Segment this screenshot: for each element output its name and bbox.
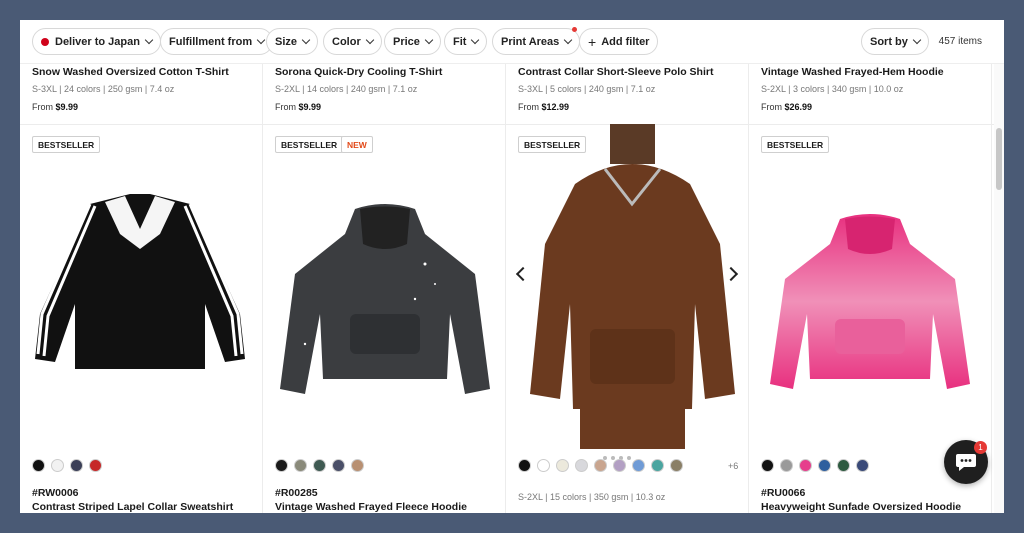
chevron-down-icon: [471, 35, 480, 45]
sort-by-label: Sort by: [870, 35, 908, 48]
swatch[interactable]: [32, 459, 45, 472]
swatch[interactable]: [780, 459, 793, 472]
product-title[interactable]: Contrast Collar Short-Sleeve Polo Shirt: [518, 66, 713, 78]
color-swatches: [32, 459, 102, 472]
product-title[interactable]: Snow Washed Oversized Cotton T-Shirt: [32, 66, 229, 78]
product-name[interactable]: Vintage Washed Frayed Fleece Hoodie: [275, 501, 467, 513]
product-specs: S-2XL | 3 colors | 340 gsm | 10.0 oz: [761, 84, 904, 94]
chevron-down-icon: [564, 35, 573, 45]
chevron-down-icon: [424, 35, 434, 45]
plus-icon: +: [588, 33, 597, 50]
bestseller-badge: BESTSELLER: [275, 136, 344, 153]
chevron-down-icon: [301, 35, 311, 45]
item-count: 457 items: [938, 36, 982, 47]
filter-bar: Deliver to Japan Fulfillment from Size C…: [20, 20, 1004, 64]
swatch[interactable]: [818, 459, 831, 472]
swatch[interactable]: [594, 459, 607, 472]
scrollbar-thumb[interactable]: [996, 128, 1002, 190]
product-name[interactable]: Heavyweight Sunfade Oversized Hoodie: [761, 501, 961, 513]
swatch[interactable]: [294, 459, 307, 472]
color-label: Color: [332, 35, 361, 48]
product-title[interactable]: Vintage Washed Frayed-Hem Hoodie: [761, 66, 944, 78]
bestseller-badge: BESTSELLER: [32, 136, 101, 153]
product-specs: S-3XL | 24 colors | 250 gsm | 7.4 oz: [32, 84, 175, 94]
swatch[interactable]: [51, 459, 64, 472]
product-price: From $12.99: [518, 102, 570, 112]
swatch[interactable]: [556, 459, 569, 472]
fulfillment-label: Fulfillment from: [169, 35, 253, 48]
swatch[interactable]: [275, 459, 288, 472]
swatch[interactable]: [837, 459, 850, 472]
deliver-to-label: Deliver to Japan: [55, 35, 140, 48]
product-title[interactable]: Sorona Quick-Dry Cooling T-Shirt: [275, 66, 442, 78]
swatch[interactable]: [799, 459, 812, 472]
swatch[interactable]: [313, 459, 326, 472]
size-filter[interactable]: Size: [266, 28, 319, 55]
swatch[interactable]: [351, 459, 364, 472]
chevron-down-icon: [144, 35, 154, 45]
chevron-down-icon: [256, 35, 266, 45]
japan-flag-icon: [41, 37, 49, 46]
swatch[interactable]: [632, 459, 645, 472]
product-price: From $26.99: [761, 102, 813, 112]
product-specs: S-2XL | 14 colors | 240 gsm | 7.1 oz: [275, 84, 418, 94]
color-filter[interactable]: Color: [323, 28, 382, 55]
swatch[interactable]: [518, 459, 531, 472]
product-price: From $9.99: [275, 102, 322, 112]
swatch[interactable]: [89, 459, 102, 472]
swatch[interactable]: [575, 459, 588, 472]
price-filter[interactable]: Price: [384, 28, 441, 55]
bestseller-badge: BESTSELLER: [761, 136, 830, 153]
fit-label: Fit: [453, 35, 467, 48]
product-sku: #RU0066: [761, 487, 806, 499]
fulfillment-filter[interactable]: Fulfillment from: [160, 28, 274, 55]
chevron-down-icon: [912, 35, 922, 45]
swatch[interactable]: [332, 459, 345, 472]
product-image[interactable]: [30, 194, 250, 384]
deliver-to-filter[interactable]: Deliver to Japan: [32, 28, 161, 55]
size-label: Size: [275, 35, 298, 48]
swatch[interactable]: [856, 459, 869, 472]
product-specs: S-2XL | 15 colors | 350 gsm | 10.3 oz: [518, 492, 666, 502]
product-image[interactable]: [275, 204, 495, 399]
print-areas-label: Print Areas: [501, 35, 560, 48]
price-label: Price: [393, 35, 420, 48]
add-filter-button[interactable]: + Add filter: [579, 28, 659, 55]
product-image[interactable]: [520, 124, 745, 449]
fit-filter[interactable]: Fit: [444, 28, 488, 55]
color-swatches: [275, 459, 364, 472]
row-divider: [20, 124, 994, 125]
chat-icon: [956, 454, 976, 471]
app-window: Deliver to Japan Fulfillment from Size C…: [20, 20, 1004, 513]
color-swatches: [518, 459, 683, 472]
swatch[interactable]: [613, 459, 626, 472]
swatch[interactable]: [537, 459, 550, 472]
product-image[interactable]: [765, 214, 975, 394]
product-sku: #RW0006: [32, 487, 79, 499]
product-name[interactable]: Contrast Striped Lapel Collar Sweatshirt: [32, 501, 233, 513]
notification-dot: [572, 27, 578, 32]
print-areas-filter[interactable]: Print Areas: [492, 27, 581, 55]
product-sku: #R00285: [275, 487, 318, 499]
product-specs: S-3XL | 5 colors | 240 gsm | 7.1 oz: [518, 84, 656, 94]
color-swatches: [761, 459, 869, 472]
product-price: From $9.99: [32, 102, 79, 112]
swatch[interactable]: [70, 459, 83, 472]
swatch[interactable]: [761, 459, 774, 472]
add-filter-label: Add filter: [601, 35, 650, 48]
chevron-down-icon: [365, 35, 374, 45]
bestseller-badge: BESTSELLER: [518, 136, 587, 153]
swatch[interactable]: [670, 459, 683, 472]
chat-notification-badge: 1: [974, 441, 987, 454]
new-badge: NEW: [341, 136, 373, 153]
swatch[interactable]: [651, 459, 664, 472]
more-colors[interactable]: +6: [728, 461, 738, 471]
sort-by-dropdown[interactable]: Sort by: [861, 28, 929, 55]
